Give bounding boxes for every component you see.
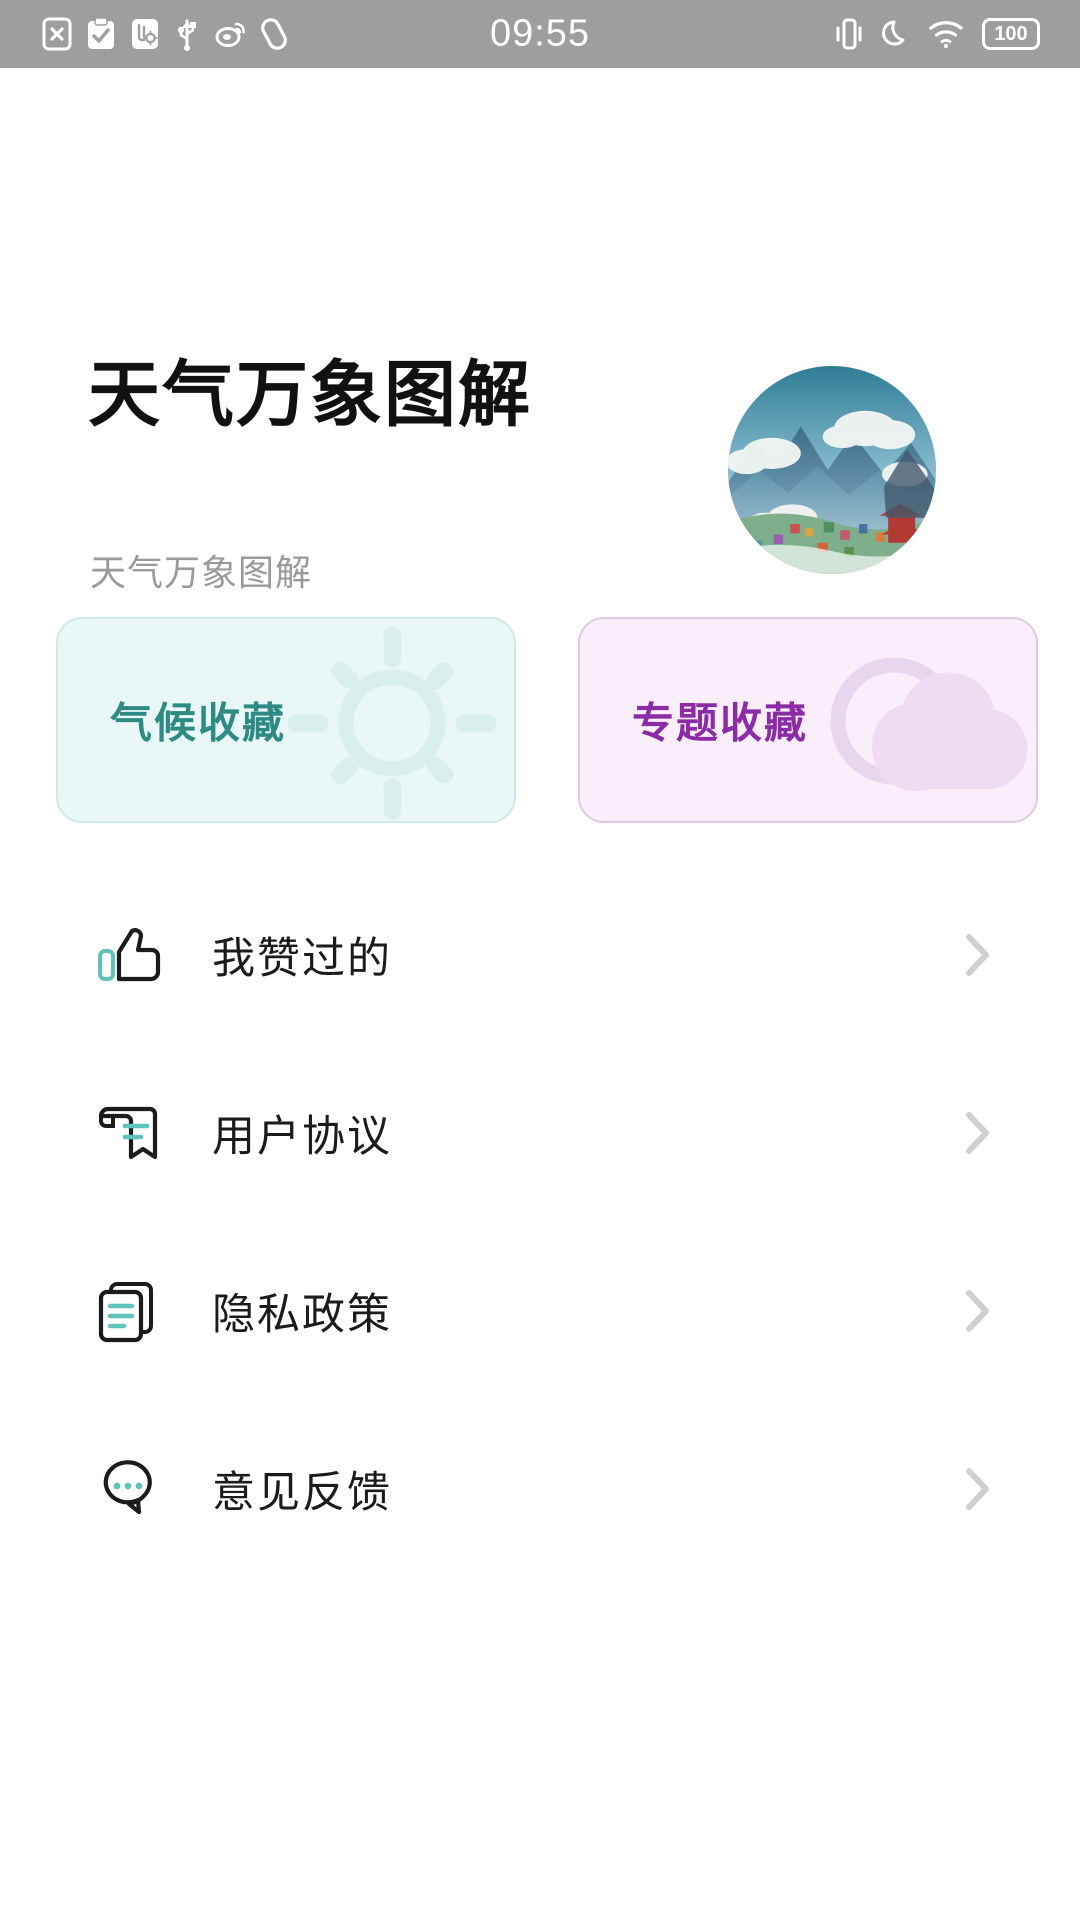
status-bar-left-icons [0, 17, 288, 51]
favorites-cards: 气候收藏 专题收藏 [0, 617, 1080, 823]
topic-favorites-label: 专题收藏 [632, 699, 809, 747]
topic-favorites-card[interactable]: 专题收藏 [578, 617, 1038, 823]
privacy-documents-icon [92, 1275, 164, 1347]
battery-icon: 100 [982, 18, 1040, 50]
weibo-icon [214, 18, 246, 50]
menu-item-label: 我赞过的 [212, 935, 392, 983]
settings-list: 我赞过的 用户协议 隐私政策 意见反馈 [0, 866, 1080, 1578]
page-subtitle: 天气万象图解 [90, 552, 313, 593]
menu-item-privacy-policy[interactable]: 隐私政策 [0, 1222, 1080, 1400]
status-bar-right-icons: 100 [834, 17, 1040, 51]
climate-favorites-label: 气候收藏 [110, 699, 287, 747]
sun-behind-cloud-icon [782, 619, 1036, 821]
task-checklist-icon [86, 17, 116, 51]
avatar-landscape-illustration [728, 366, 936, 574]
menu-item-feedback[interactable]: 意见反馈 [0, 1400, 1080, 1578]
wifi-icon [928, 19, 964, 49]
menu-item-label: 隐私政策 [212, 1291, 392, 1339]
usb-icon [174, 17, 200, 51]
status-bar: 09:55 100 [0, 0, 1080, 68]
status-bar-clock: 09:55 [489, 12, 591, 55]
avatar[interactable] [728, 366, 936, 574]
menu-item-liked[interactable]: 我赞过的 [0, 866, 1080, 1044]
agreement-scroll-icon [92, 1097, 164, 1169]
sim-disabled-icon [42, 17, 72, 51]
developer-options-icon [130, 17, 160, 51]
profile-header: 天气万象图解 天气万象图解 [0, 68, 1080, 593]
climate-favorites-card[interactable]: 气候收藏 [56, 617, 516, 823]
sun-icon [260, 619, 514, 821]
feedback-chat-icon [92, 1453, 164, 1525]
vibrate-icon [834, 17, 864, 51]
menu-item-label: 用户协议 [212, 1113, 392, 1161]
chevron-right-icon [964, 1466, 992, 1512]
menu-item-label: 意见反馈 [212, 1469, 392, 1517]
menu-item-user-agreement[interactable]: 用户协议 [0, 1044, 1080, 1222]
chevron-right-icon [964, 932, 992, 978]
chevron-right-icon [964, 1110, 992, 1156]
thumbs-up-icon [92, 919, 164, 991]
capsule-icon [260, 17, 288, 51]
page-title: 天气万象图解 [88, 355, 533, 436]
do-not-disturb-moon-icon [882, 18, 910, 50]
chevron-right-icon [964, 1288, 992, 1334]
